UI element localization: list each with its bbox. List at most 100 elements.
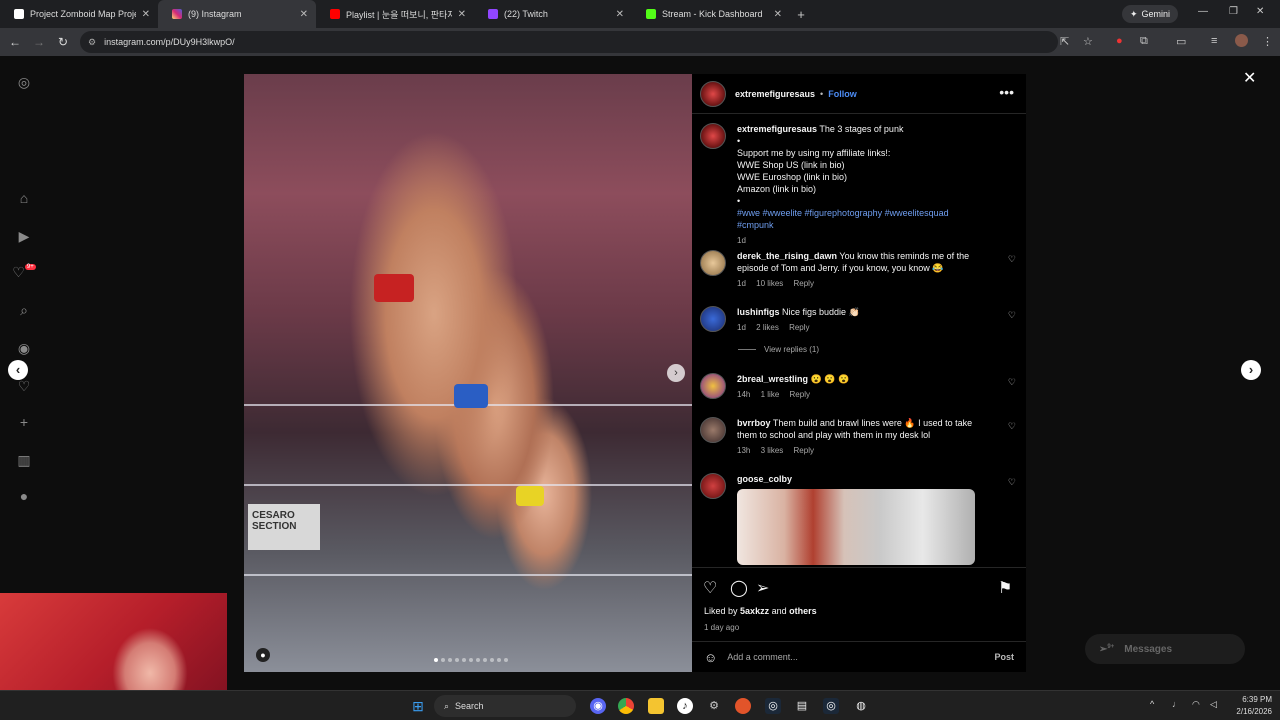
previous-post-icon[interactable]: ‹ (8, 360, 28, 380)
restore-icon[interactable]: ❐ (1229, 6, 1238, 17)
search-icon[interactable]: ⌕ (12, 302, 36, 319)
author-avatar[interactable] (700, 123, 726, 149)
commenter-avatar[interactable] (700, 473, 726, 499)
close-tab-icon[interactable]: ✕ (300, 9, 308, 20)
install-app-icon[interactable]: ⇱ (1060, 35, 1069, 48)
like-comment-icon[interactable]: ♡ (1008, 310, 1016, 321)
extensions-puzzle-icon[interactable]: ⧉ (1140, 35, 1148, 48)
commenter-avatar[interactable] (700, 417, 726, 443)
create-plus-icon[interactable]: + (12, 414, 36, 430)
author-avatar[interactable] (700, 80, 726, 107)
back-arrow-icon[interactable]: ← (3, 35, 27, 49)
discord-icon[interactable]: ◉ (590, 698, 606, 714)
reply-button[interactable]: Reply (789, 323, 809, 332)
emoji-icon[interactable]: ☺ (704, 650, 717, 665)
reply-button[interactable]: Reply (794, 279, 814, 288)
minimize-icon[interactable]: — (1198, 6, 1208, 17)
more-options-icon[interactable]: ••• (999, 84, 1014, 100)
close-tab-icon[interactable]: ✕ (774, 9, 782, 20)
like-comment-icon[interactable]: ♡ (1008, 254, 1016, 265)
commenter-avatar[interactable] (700, 306, 726, 332)
comment-username[interactable]: lushinfigs (737, 307, 780, 317)
share-send-icon[interactable]: ➢ (756, 578, 769, 598)
reload-icon[interactable]: ↻ (51, 35, 75, 49)
tab-instagram[interactable]: (9) Instagram ✕ (158, 0, 316, 28)
comment-likes[interactable]: 2 likes (756, 323, 779, 332)
liked-by-user[interactable]: 5axkzz (740, 606, 769, 616)
media-controls-icon[interactable]: ≡ (1211, 35, 1217, 47)
post-photo[interactable]: CESARO SECTION › ● (244, 74, 692, 672)
reels-icon[interactable]: ▶ (12, 228, 36, 245)
messages-button[interactable]: ➢9+ Messages (1085, 634, 1245, 664)
close-tab-icon[interactable]: ✕ (458, 9, 466, 20)
home-icon[interactable]: ⌂ (12, 190, 36, 206)
profile-avatar[interactable] (1235, 34, 1248, 47)
site-info-icon[interactable]: ⚙ (88, 37, 96, 48)
caption-username[interactable]: extremefiguresaus (737, 124, 817, 134)
taskbar-clock[interactable]: 6:39 PM 2/16/2026 (1228, 694, 1272, 718)
bookmark-star-icon[interactable]: ☆ (1083, 35, 1093, 48)
comment-username[interactable]: goose_colby (737, 474, 792, 484)
tab-twitch[interactable]: (22) Twitch ✕ (474, 0, 632, 28)
notepad-icon[interactable]: ▤ (794, 698, 810, 714)
microphone-icon[interactable]: ♩ (1172, 699, 1181, 709)
comment-bubble-icon[interactable]: ◯ (730, 578, 748, 598)
reply-button[interactable]: Reply (794, 446, 814, 455)
comment-likes[interactable]: 10 likes (756, 279, 783, 288)
like-comment-icon[interactable]: ♡ (1008, 377, 1016, 388)
settings-gear-icon[interactable]: ⚙ (706, 698, 722, 714)
comment-image[interactable] (737, 489, 975, 565)
dashboard-icon[interactable]: ▥ (12, 452, 36, 469)
like-comment-icon[interactable]: ♡ (1008, 477, 1016, 488)
photo-next-icon[interactable]: › (667, 364, 685, 382)
reply-button[interactable]: Reply (790, 390, 810, 399)
notifications-icon[interactable]: ♡ 9+ (12, 264, 36, 281)
close-tab-icon[interactable]: ✕ (142, 9, 150, 20)
address-bar[interactable]: ⚙ instagram.com/p/DUy9H3lkwpO/ (80, 31, 1058, 53)
likes-heart-icon[interactable]: ♡ (12, 378, 36, 395)
commenter-avatar[interactable] (700, 373, 726, 399)
tab-youtube-playlist[interactable]: Playlist | 눈을 떠보니, 판타지 소 ✕ (316, 0, 474, 28)
extension-icon[interactable]: ● (1116, 35, 1123, 47)
comment-username[interactable]: bvrrboy (737, 418, 771, 428)
tagged-user-icon[interactable]: ● (256, 648, 270, 662)
add-comment-input[interactable]: Add a comment... (727, 652, 798, 662)
comment-username[interactable]: 2breal_wrestling (737, 374, 808, 384)
gemini-button[interactable]: ✦ Gemini (1122, 5, 1179, 23)
tab-kick-dashboard[interactable]: Stream - Kick Dashboard ✕ (632, 0, 790, 28)
tab-project-zomboid[interactable]: Project Zomboid Map Project ✕ (0, 0, 158, 28)
close-tab-icon[interactable]: ✕ (616, 9, 624, 20)
tray-chevron-icon[interactable]: ^ (1150, 699, 1154, 709)
split-view-icon[interactable]: ▭ (1176, 35, 1186, 48)
file-explorer-icon[interactable] (648, 698, 664, 714)
app-icon[interactable] (735, 698, 751, 714)
media-player-icon[interactable]: ♪ (677, 698, 693, 714)
close-modal-icon[interactable]: ✕ (1243, 68, 1256, 88)
next-post-icon[interactable]: › (1241, 360, 1261, 380)
wifi-icon[interactable]: ◠ (1192, 699, 1200, 710)
volume-icon[interactable]: ◁ (1210, 699, 1217, 710)
post-comment-button[interactable]: Post (994, 652, 1014, 662)
comment-likes[interactable]: 3 likes (761, 446, 784, 455)
explore-compass-icon[interactable]: ◉ (12, 340, 36, 357)
like-heart-icon[interactable]: ♡ (703, 578, 717, 598)
taskbar-search[interactable]: ⌕ Search (434, 695, 576, 717)
caption-hashtags[interactable]: #wwe #wweelite #figurephotography #wweel… (737, 207, 987, 231)
instagram-logo-icon[interactable]: ◎ (12, 74, 36, 91)
steam-icon[interactable]: ◎ (765, 698, 781, 714)
comment-username[interactable]: derek_the_rising_dawn (737, 251, 837, 261)
steam-icon[interactable]: ◎ (823, 698, 839, 714)
like-comment-icon[interactable]: ♡ (1008, 421, 1016, 432)
windows-start-icon[interactable]: ⊞ (410, 698, 426, 714)
save-bookmark-icon[interactable]: ⚑ (998, 578, 1012, 598)
obs-icon[interactable]: ◍ (853, 698, 869, 714)
profile-icon[interactable]: ● (12, 488, 36, 504)
chrome-icon[interactable] (618, 698, 634, 714)
follow-button[interactable]: Follow (828, 89, 857, 99)
browser-menu-icon[interactable]: ⋮ (1262, 35, 1273, 48)
forward-arrow-icon[interactable]: → (27, 35, 51, 49)
liked-by-others[interactable]: others (789, 606, 817, 616)
window-close-icon[interactable]: ✕ (1256, 6, 1264, 17)
comment-likes[interactable]: 1 like (761, 390, 780, 399)
commenter-avatar[interactable] (700, 250, 726, 276)
